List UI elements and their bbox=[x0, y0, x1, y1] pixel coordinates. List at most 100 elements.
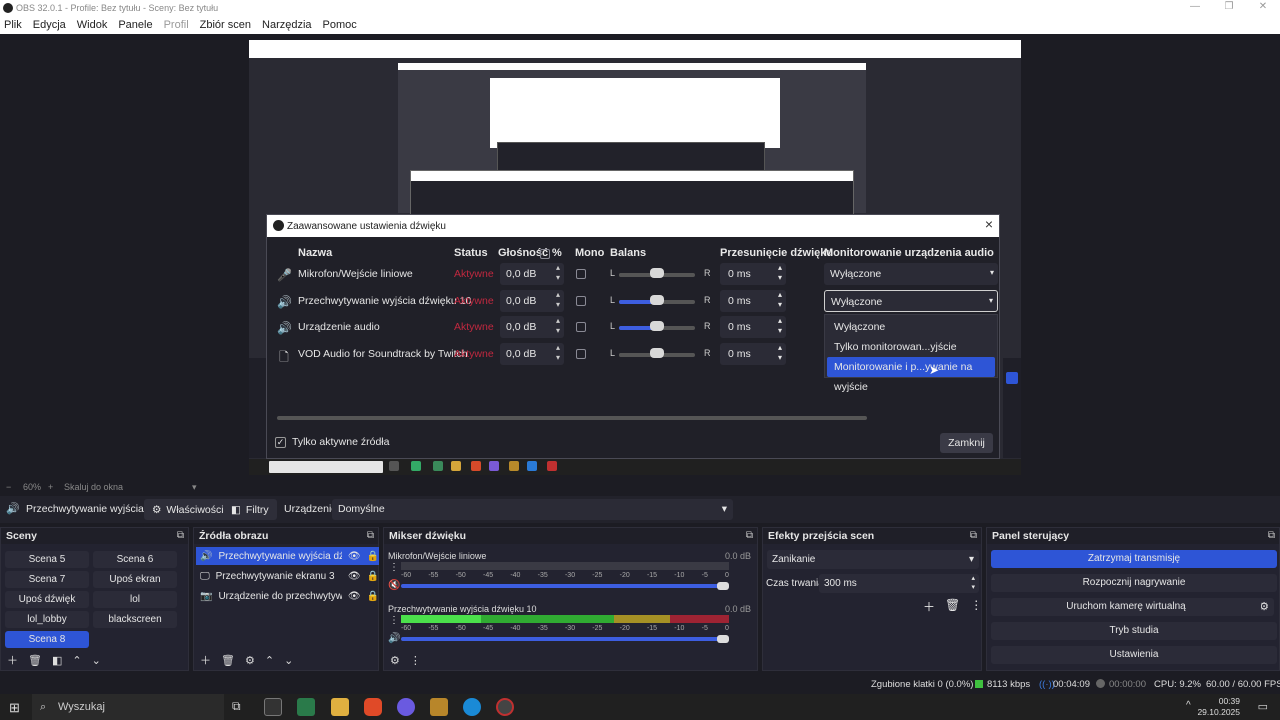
filters-button[interactable]: ◧ Filtry bbox=[223, 499, 277, 520]
scene-item[interactable]: Upoś ekran bbox=[93, 571, 177, 588]
chevron-up-icon[interactable]: ⌃ bbox=[265, 654, 274, 667]
excel-icon[interactable] bbox=[297, 698, 315, 716]
balance-handle[interactable] bbox=[650, 321, 664, 331]
mono-checkbox[interactable] bbox=[576, 269, 586, 279]
mono-checkbox[interactable] bbox=[576, 296, 586, 306]
chevron-down-icon[interactable]: ⌄ bbox=[284, 654, 293, 667]
eye-icon[interactable]: 👁 bbox=[348, 571, 361, 582]
file-explorer-icon[interactable] bbox=[331, 698, 349, 716]
windows-start-icon[interactable]: ⊞ bbox=[9, 700, 20, 716]
chevron-up-icon[interactable]: ⌃ bbox=[72, 654, 81, 667]
volume-slider[interactable] bbox=[401, 584, 729, 588]
sync-offset-spinbox[interactable]: 0 ms ▴ ▾ bbox=[720, 290, 786, 312]
task-view-icon[interactable]: ⧉ bbox=[232, 699, 241, 714]
sync-offset-spinbox[interactable]: 0 ms ▴ ▾ bbox=[720, 316, 786, 338]
lock-icon[interactable]: 🔒 bbox=[367, 571, 379, 582]
scene-item[interactable]: lol_lobby bbox=[5, 611, 89, 628]
properties-button[interactable]: ⚙ Właściwości bbox=[144, 499, 232, 520]
chevron-up-icon[interactable]: ^ bbox=[1186, 700, 1191, 711]
trash-icon[interactable]: 🗑 bbox=[221, 654, 235, 667]
taskbar-search[interactable]: ⌕ Wyszukaj bbox=[32, 694, 224, 720]
scene-item[interactable]: Scena 8 bbox=[5, 631, 89, 648]
source-item[interactable]: 🖵 Przechwytywanie ekranu 3 👁 🔒 bbox=[196, 567, 379, 585]
lock-icon[interactable]: 🔒 bbox=[367, 591, 379, 602]
menu-edit[interactable]: Edycja bbox=[33, 19, 66, 31]
trash-icon[interactable]: 🗑 bbox=[945, 598, 960, 615]
eye-icon[interactable]: 👁 bbox=[348, 551, 361, 562]
volume-spinbox[interactable]: 0,0 dB ▴ ▾ bbox=[500, 343, 564, 365]
game-icon[interactable] bbox=[430, 698, 448, 716]
close-window-button[interactable]: ✕ bbox=[1246, 0, 1280, 16]
dock-float-icon[interactable]: ⧉ bbox=[1268, 530, 1275, 541]
menu-help[interactable]: Pomoc bbox=[323, 19, 357, 31]
control-button[interactable]: Tryb studia bbox=[991, 622, 1277, 640]
balance-handle[interactable] bbox=[650, 348, 664, 358]
dropdown-option-monitor-only[interactable]: Tylko monitorowan...yjście wyłączone) bbox=[827, 337, 995, 373]
gear-icon[interactable]: ⚙ bbox=[390, 654, 400, 667]
close-button[interactable]: Zamknij bbox=[940, 433, 993, 453]
scene-item[interactable]: Scena 5 bbox=[5, 551, 89, 568]
dock-float-icon[interactable]: ⧉ bbox=[367, 530, 374, 541]
sync-offset-spinbox[interactable]: 0 ms ▴ ▾ bbox=[720, 343, 786, 365]
only-active-checkbox[interactable]: ✓ Tylko aktywne źródła bbox=[275, 436, 389, 448]
dialog-close-button[interactable]: × bbox=[985, 216, 993, 232]
balance-handle[interactable] bbox=[650, 295, 664, 305]
minimize-button[interactable]: — bbox=[1178, 0, 1212, 16]
duration-spinbox[interactable]: 300 ms ▴ ▾ bbox=[819, 574, 979, 593]
mono-checkbox[interactable] bbox=[576, 322, 586, 332]
gear-icon[interactable]: ⚙ bbox=[245, 654, 255, 667]
scene-item[interactable]: Upoś dźwięk bbox=[5, 591, 89, 608]
eye-icon[interactable]: 👁 bbox=[348, 591, 361, 602]
volume-spinbox[interactable]: 0,0 dB ▴ ▾ bbox=[500, 263, 564, 285]
filter-icon[interactable]: ◧ bbox=[52, 654, 62, 667]
control-button[interactable]: Uruchom kamerę wirtualną bbox=[991, 598, 1261, 616]
zoom-mode[interactable]: Skaluj do okna bbox=[64, 482, 123, 492]
control-button[interactable]: Rozpocznij nagrywanie bbox=[991, 574, 1277, 592]
volume-spinbox[interactable]: 0,0 dB ▴ ▾ bbox=[500, 290, 564, 312]
menu-tools[interactable]: Narzędzia bbox=[262, 19, 312, 31]
source-item[interactable]: 📷 Urządzenie do przechwytywani 👁 🔒 bbox=[196, 587, 379, 605]
monitoring-select[interactable]: Wyłączone ▾ bbox=[824, 290, 998, 312]
menu-docks[interactable]: Panele bbox=[118, 19, 152, 31]
more-icon[interactable]: ⋮ bbox=[970, 598, 982, 615]
horizontal-scrollbar[interactable] bbox=[277, 416, 867, 420]
volume-spinbox[interactable]: 0,0 dB ▴ ▾ bbox=[500, 316, 564, 338]
scene-item[interactable]: Scena 6 bbox=[93, 551, 177, 568]
control-button[interactable]: Zatrzymaj transmisję bbox=[991, 550, 1277, 568]
notification-icon[interactable]: ▭ bbox=[1258, 700, 1268, 713]
chevron-down-icon[interactable]: ▾ bbox=[192, 482, 197, 493]
menu-scene-collection[interactable]: Zbiór scen bbox=[200, 19, 251, 31]
source-item[interactable]: 🔊 Przechwytywanie wyjścia dźwię 👁 🔒 bbox=[196, 547, 379, 565]
dock-float-icon[interactable]: ⧉ bbox=[970, 530, 977, 541]
terminal-icon[interactable] bbox=[264, 698, 282, 716]
chevron-down-icon[interactable]: ⌄ bbox=[92, 654, 101, 667]
lock-icon[interactable]: 🔒 bbox=[367, 551, 379, 562]
muted-speaker-icon[interactable]: 🔇 bbox=[388, 580, 400, 591]
obs-taskbar-icon[interactable] bbox=[496, 698, 514, 716]
brave-browser-icon[interactable] bbox=[364, 698, 382, 716]
dropdown-option-monitor-and-output[interactable]: Monitorowanie i p...ywanie na wyjście bbox=[827, 357, 995, 393]
zoom-plus-icon[interactable]: + bbox=[48, 482, 53, 492]
dock-float-icon[interactable]: ⧉ bbox=[746, 530, 753, 541]
dropdown-option-off[interactable]: Wyłączone bbox=[827, 317, 995, 337]
more-icon[interactable]: ⋮ bbox=[389, 562, 399, 573]
add-icon[interactable]: ＋ bbox=[7, 652, 18, 668]
mono-checkbox[interactable] bbox=[576, 349, 586, 359]
volume-handle[interactable] bbox=[717, 582, 729, 590]
zoom-minus-icon[interactable]: − bbox=[6, 482, 11, 492]
edge-browser-icon[interactable] bbox=[463, 698, 481, 716]
monitoring-select[interactable]: Wyłączone ▾ bbox=[824, 263, 998, 285]
volume-handle[interactable] bbox=[717, 635, 729, 643]
menu-view[interactable]: Widok bbox=[77, 19, 108, 31]
scene-item[interactable]: lol bbox=[93, 591, 177, 608]
scene-item[interactable]: Scena 7 bbox=[5, 571, 89, 588]
more-icon[interactable]: ⋮ bbox=[389, 615, 399, 626]
device-select[interactable]: Domyślne ▾ bbox=[332, 499, 733, 520]
percent-checkbox[interactable] bbox=[540, 249, 550, 259]
control-button[interactable]: Ustawienia bbox=[991, 646, 1277, 664]
dock-float-icon[interactable]: ⧉ bbox=[177, 530, 184, 541]
balance-handle[interactable] bbox=[650, 268, 664, 278]
scene-item[interactable]: blackscreen bbox=[93, 611, 177, 628]
add-icon[interactable]: ＋ bbox=[923, 598, 935, 615]
more-icon[interactable]: ⋮ bbox=[410, 654, 421, 667]
